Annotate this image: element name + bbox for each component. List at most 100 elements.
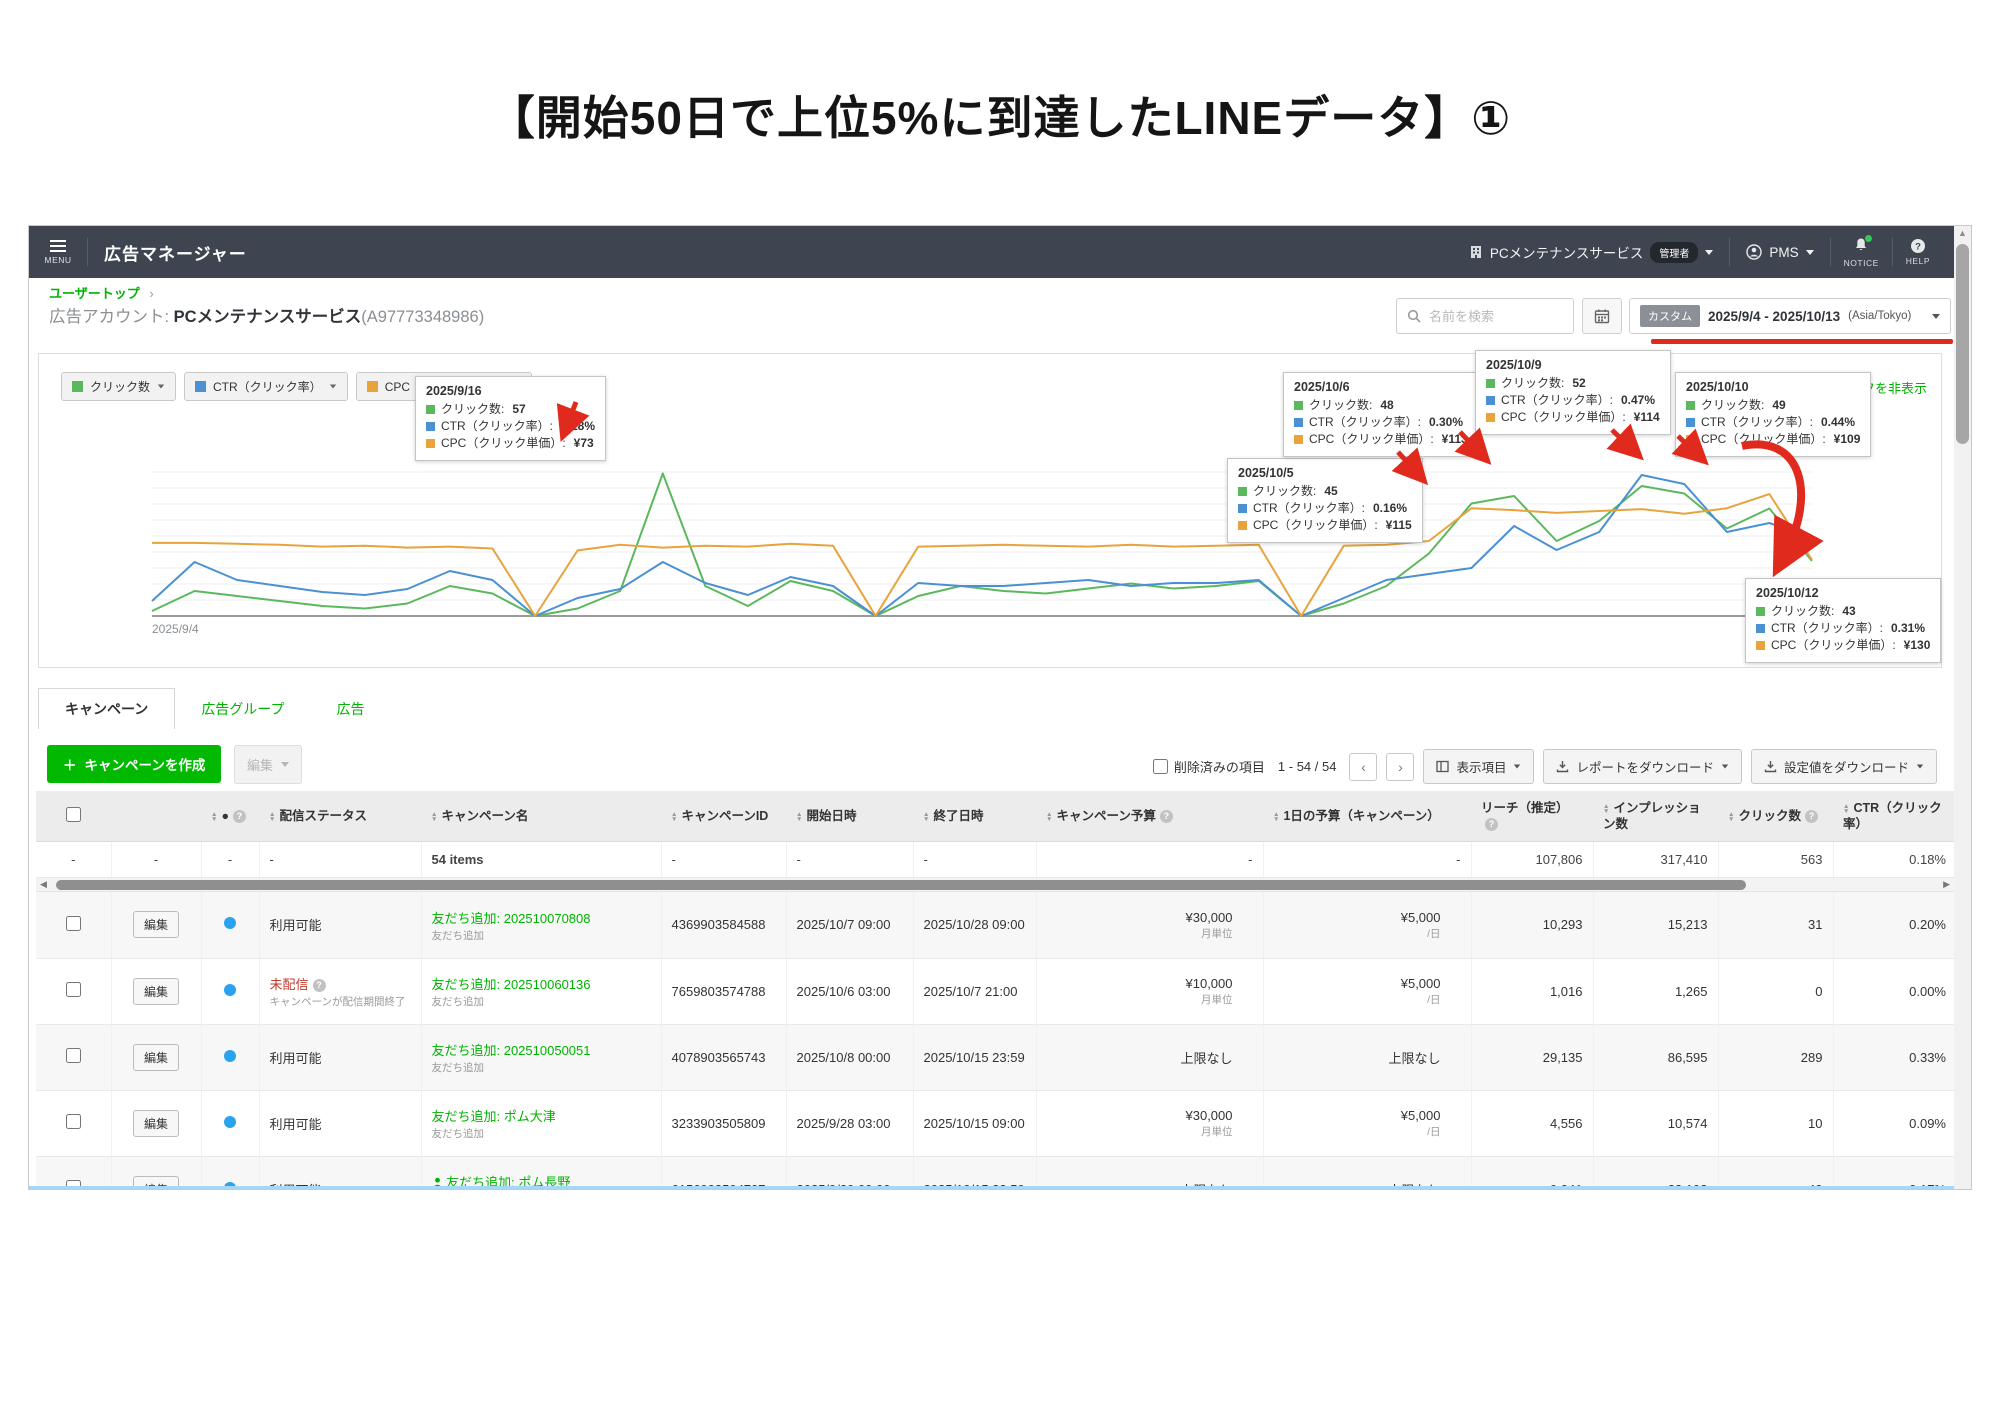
daily-budget-unit: /日 [1274, 994, 1441, 1006]
budget-unit: 月単位 [1047, 994, 1233, 1006]
help-icon[interactable]: ? [1160, 810, 1173, 823]
chart-tooltip: 2025/10/5 クリック数:45 CTR（クリック率）:0.16% CPC（… [1227, 458, 1423, 543]
tooltip-date: 2025/10/9 [1486, 358, 1660, 372]
deleted-items-checkbox[interactable] [1153, 759, 1168, 774]
tab-campaign[interactable]: キャンペーン [38, 688, 175, 729]
clicks-swatch [1486, 379, 1495, 388]
svg-text:?: ? [1915, 241, 1921, 252]
legend-ctr[interactable]: CTR（クリック率） [184, 372, 348, 401]
account-switcher[interactable]: PCメンテナンスサービス 管理者 [1453, 242, 1729, 263]
col-status-dot[interactable]: ▲▼●? [201, 791, 259, 842]
tab-adgroup[interactable]: 広告グループ [175, 689, 310, 729]
next-page-button[interactable]: › [1386, 753, 1414, 781]
ctr: 0.09% [1833, 1090, 1956, 1156]
status-dot [224, 1116, 236, 1128]
ctr: 0.33% [1833, 1024, 1956, 1090]
help-button[interactable]: ? HELP [1893, 238, 1943, 266]
col-campaign-name[interactable]: ▲▼キャンペーン名 [421, 791, 661, 842]
menu-button[interactable]: MENU [29, 226, 87, 278]
help-icon[interactable]: ? [1485, 818, 1498, 831]
clicks-swatch [1756, 607, 1765, 616]
row-checkbox[interactable] [66, 916, 81, 931]
col-budget[interactable]: ▲▼キャンペーン予算? [1036, 791, 1263, 842]
ad-manager-window: MENU 広告マネージャー PCメンテナンスサービス 管理者 PMS [28, 225, 1972, 1190]
horizontal-scrollbar[interactable]: ◀ ▶ [36, 878, 1956, 892]
chevron-down-icon [1806, 250, 1814, 255]
scroll-right-icon[interactable]: ▶ [1943, 879, 1950, 890]
col-daily-budget[interactable]: ▲▼1日の予算（キャンペーン） [1263, 791, 1471, 842]
edit-button[interactable]: 編集 [133, 1044, 179, 1071]
breadcrumb-link[interactable]: ユーザートップ [49, 286, 140, 301]
download-report-button[interactable]: レポートをダウンロード [1543, 749, 1742, 784]
scroll-up-icon[interactable]: ▲ [1954, 228, 1971, 238]
search-box [1396, 298, 1574, 334]
row-checkbox[interactable] [66, 1048, 81, 1063]
col-campaign-id[interactable]: ▲▼キャンペーンID [661, 791, 786, 842]
tooltip-date: 2025/9/16 [426, 384, 595, 398]
edit-button[interactable]: 編集 [133, 911, 179, 938]
vertical-scrollbar-thumb[interactable] [1956, 244, 1969, 444]
download-settings-button[interactable]: 設定値をダウンロード [1751, 749, 1937, 784]
notice-button[interactable]: NOTICE [1831, 237, 1892, 268]
help-icon[interactable]: ? [233, 810, 246, 823]
role-badge: 管理者 [1650, 242, 1698, 263]
user-menu[interactable]: PMS [1730, 244, 1829, 260]
calendar-button[interactable] [1582, 298, 1622, 334]
search-icon [1407, 309, 1421, 323]
entity-tabs: キャンペーン 広告グループ 広告 [38, 689, 390, 729]
ctr-swatch [1756, 624, 1765, 633]
horizontal-scrollbar-thumb[interactable] [56, 880, 1746, 890]
edit-button[interactable]: 編集 [133, 978, 179, 1005]
scroll-left-icon[interactable]: ◀ [40, 879, 47, 890]
search-input[interactable] [1429, 309, 1559, 324]
reach: 29,135 [1471, 1024, 1593, 1090]
display-columns-label: 表示項目 [1456, 757, 1506, 776]
help-icon[interactable]: ? [313, 979, 326, 992]
table-row: 編集 未配信?キャンペーンが配信期間終了 友だち追加: 202510060136… [36, 958, 1956, 1024]
create-campaign-button[interactable]: ＋ キャンペーンを作成 [47, 745, 221, 783]
account-heading: 広告アカウント: PCメンテナンスサービス(A97773348986) [49, 303, 484, 327]
tab-ad[interactable]: 広告 [310, 689, 390, 729]
row-checkbox[interactable] [66, 1114, 81, 1129]
select-all-checkbox[interactable] [66, 807, 81, 822]
clicks: 31 [1718, 892, 1833, 958]
date-range-selector[interactable]: カスタム 2025/9/4 - 2025/10/13 (Asia/Tokyo) [1629, 298, 1951, 334]
delivery-status-reason: キャンペーンが配信期間終了 [270, 996, 411, 1008]
help-icon[interactable]: ? [1805, 810, 1818, 823]
edit-button[interactable]: 編集 [133, 1110, 179, 1137]
campaign-name-link[interactable]: 友だち追加: ポム大津 [432, 1109, 556, 1124]
col-ctr[interactable]: ▲▼CTR（クリック率） [1833, 791, 1956, 842]
bottom-edge-highlight [29, 1186, 1954, 1189]
chevron-down-icon [1932, 314, 1940, 319]
edit-dropdown-disabled[interactable]: 編集 [234, 745, 302, 784]
clicks: 0 [1718, 958, 1833, 1024]
ctr-swatch [1486, 396, 1495, 405]
hide-graph-link[interactable]: フを非表示 [1862, 378, 1927, 397]
vertical-scrollbar[interactable]: ▲ [1954, 226, 1971, 1189]
divider [87, 238, 88, 266]
delivery-status: 利用可能 [270, 918, 322, 933]
legend-clicks[interactable]: クリック数 [61, 372, 176, 401]
campaign-name-link[interactable]: 友だち追加: 202510070808 [432, 911, 591, 926]
prev-page-button[interactable]: ‹ [1349, 753, 1377, 781]
col-end[interactable]: ▲▼終了日時 [913, 791, 1036, 842]
end-datetime: 2025/10/7 21:00 [913, 958, 1036, 1024]
daily-budget-unit: /日 [1274, 1126, 1441, 1138]
campaign-id: 7659803574788 [661, 958, 786, 1024]
ctr-swatch [195, 381, 206, 392]
budget: ¥30,000 [1186, 1108, 1233, 1123]
breadcrumb-separator: › [149, 286, 153, 301]
row-checkbox[interactable] [66, 982, 81, 997]
chevron-down-icon [158, 385, 164, 389]
display-columns-button[interactable]: 表示項目 [1423, 749, 1534, 784]
deleted-items-toggle[interactable]: 削除済みの項目 [1153, 757, 1265, 776]
col-start[interactable]: ▲▼開始日時 [786, 791, 913, 842]
col-impressions[interactable]: ▲▼インプレッション数 [1593, 791, 1718, 842]
col-delivery-status[interactable]: ▲▼配信ステータス [259, 791, 421, 842]
reach: 1,016 [1471, 958, 1593, 1024]
calendar-icon [1594, 308, 1610, 324]
campaign-name-link[interactable]: 友だち追加: 202510060136 [432, 977, 591, 992]
col-clicks[interactable]: ▲▼クリック数? [1718, 791, 1833, 842]
columns-icon [1436, 760, 1449, 773]
campaign-name-link[interactable]: 友だち追加: 202510050051 [432, 1043, 591, 1058]
